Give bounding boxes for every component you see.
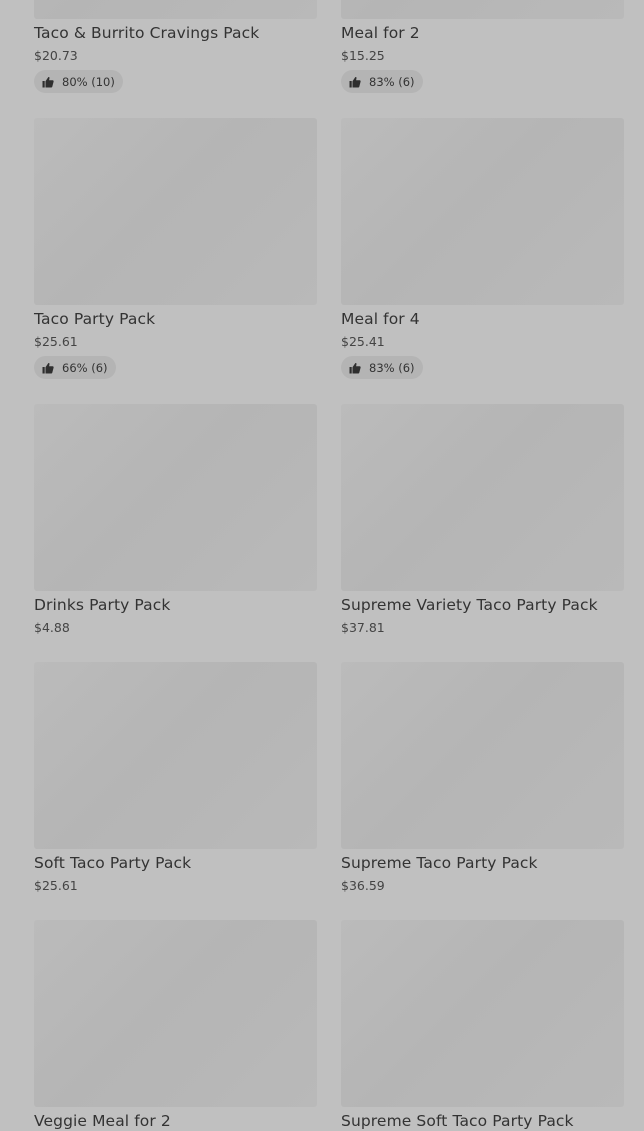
product-name[interactable]: Supreme Variety Taco Party Pack <box>341 595 598 615</box>
rating-badge: 83% (6) <box>341 70 423 93</box>
product-price: $15.25 <box>341 48 385 63</box>
product-image[interactable] <box>34 118 317 305</box>
product-name[interactable]: Meal for 2 <box>341 23 420 43</box>
product-name[interactable]: Taco & Burrito Cravings Pack <box>34 23 259 43</box>
product-price: $25.61 <box>34 334 78 349</box>
product-image[interactable] <box>34 662 317 849</box>
product-name[interactable]: Soft Taco Party Pack <box>34 853 191 873</box>
product-price: $25.41 <box>341 334 385 349</box>
thumbs-up-icon <box>349 362 361 374</box>
product-image[interactable] <box>341 920 624 1107</box>
product-name[interactable]: Supreme Soft Taco Party Pack <box>341 1111 574 1131</box>
product-name[interactable]: Taco Party Pack <box>34 309 155 329</box>
product-price: $37.81 <box>341 620 385 635</box>
product-price: $25.61 <box>34 878 78 893</box>
rating-text: 83% (6) <box>369 74 415 89</box>
thumbs-up-icon <box>42 362 54 374</box>
product-image[interactable] <box>341 404 624 591</box>
product-price: $36.59 <box>341 878 385 893</box>
product-price: $4.88 <box>34 620 70 635</box>
rating-text: 66% (6) <box>62 360 108 375</box>
product-image[interactable] <box>341 662 624 849</box>
rating-badge: 80% (10) <box>34 70 123 93</box>
product-price: $20.73 <box>34 48 78 63</box>
rating-text: 80% (10) <box>62 74 115 89</box>
product-image[interactable] <box>341 118 624 305</box>
thumbs-up-icon <box>349 76 361 88</box>
thumbs-up-icon <box>42 76 54 88</box>
rating-badge: 83% (6) <box>341 356 423 379</box>
product-image[interactable] <box>341 0 624 19</box>
rating-badge: 66% (6) <box>34 356 116 379</box>
product-image[interactable] <box>34 0 317 19</box>
product-name[interactable]: Drinks Party Pack <box>34 595 170 615</box>
product-image[interactable] <box>34 920 317 1107</box>
product-name[interactable]: Supreme Taco Party Pack <box>341 853 538 873</box>
product-name[interactable]: Veggie Meal for 2 <box>34 1111 171 1131</box>
product-name[interactable]: Meal for 4 <box>341 309 420 329</box>
rating-text: 83% (6) <box>369 360 415 375</box>
product-image[interactable] <box>34 404 317 591</box>
